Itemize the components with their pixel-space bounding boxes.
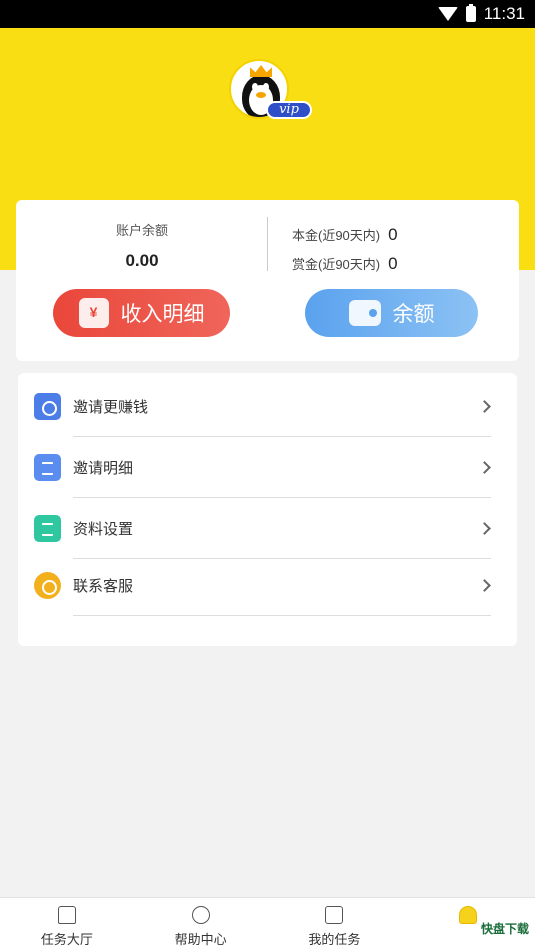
menu-item-label: 资料设置 bbox=[73, 521, 134, 538]
user-icon bbox=[459, 906, 478, 924]
principal-value: 0 bbox=[388, 224, 398, 244]
id-card-icon bbox=[34, 515, 61, 542]
crown-icon bbox=[250, 65, 272, 77]
divider bbox=[267, 217, 268, 271]
status-time: 11:31 bbox=[483, 4, 525, 23]
home-icon bbox=[57, 906, 76, 924]
balance-button[interactable]: 余额 bbox=[305, 289, 478, 337]
balance-card: 账户余额 0.00 本金(近90天内) 0 赏金(近90天内) 0 收入明细 余… bbox=[16, 200, 519, 361]
wallet-icon bbox=[348, 300, 381, 326]
balance-button-label: 余额 bbox=[392, 303, 435, 326]
chevron-right-icon bbox=[478, 400, 491, 413]
wifi-icon bbox=[437, 7, 458, 21]
receipt-icon bbox=[78, 298, 109, 328]
tab-task-hall[interactable]: 任务大厅 bbox=[0, 898, 134, 951]
reward-value: 0 bbox=[388, 253, 398, 273]
menu-item-label: 邀请更赚钱 bbox=[73, 399, 149, 416]
status-bar: 11:31 bbox=[0, 0, 535, 28]
tab-my-tasks[interactable]: 我的任务 bbox=[268, 898, 402, 951]
chevron-right-icon bbox=[478, 522, 491, 535]
recent-funds: 本金(近90天内) 0 赏金(近90天内) 0 bbox=[292, 220, 398, 278]
battery-icon bbox=[465, 4, 476, 22]
invite-user-icon bbox=[34, 393, 61, 420]
menu-item-profile-settings[interactable]: 资料设置 bbox=[18, 498, 517, 559]
vip-badge: vip bbox=[266, 101, 312, 119]
tab-help-center[interactable]: 帮助中心 bbox=[134, 898, 268, 951]
menu-item-invite-detail[interactable]: 邀请明细 bbox=[18, 437, 517, 498]
income-detail-label: 收入明细 bbox=[120, 303, 205, 326]
menu-item-invite[interactable]: 邀请更赚钱 bbox=[18, 376, 517, 437]
menu-card: 邀请更赚钱 邀请明细 资料设置 联系客服 bbox=[18, 373, 517, 646]
income-detail-button[interactable]: 收入明细 bbox=[53, 289, 230, 337]
principal-label: 本金(近90天内) bbox=[292, 228, 381, 243]
menu-item-customer-service[interactable]: 联系客服 bbox=[18, 555, 517, 616]
tab-label: 我的任务 bbox=[308, 932, 361, 947]
headset-icon bbox=[34, 572, 61, 599]
document-icon bbox=[34, 454, 61, 481]
tab-label: 任务大厅 bbox=[40, 932, 93, 947]
account-balance: 账户余额 0.00 bbox=[16, 220, 268, 271]
account-balance-value: 0.00 bbox=[125, 251, 159, 270]
divider bbox=[73, 615, 491, 616]
chevron-right-icon bbox=[478, 461, 491, 474]
account-balance-label: 账户余额 bbox=[115, 223, 168, 238]
bottom-tab-bar: 任务大厅 帮助中心 我的任务 bbox=[0, 897, 535, 951]
task-list-icon bbox=[325, 906, 344, 924]
menu-item-label: 邀请明细 bbox=[73, 460, 134, 477]
lightbulb-icon bbox=[191, 906, 210, 924]
watermark: 快盘下载 bbox=[480, 922, 529, 936]
tab-label: 帮助中心 bbox=[174, 932, 227, 947]
menu-item-label: 联系客服 bbox=[73, 578, 134, 595]
chevron-right-icon bbox=[478, 579, 491, 592]
reward-label: 赏金(近90天内) bbox=[292, 257, 381, 272]
